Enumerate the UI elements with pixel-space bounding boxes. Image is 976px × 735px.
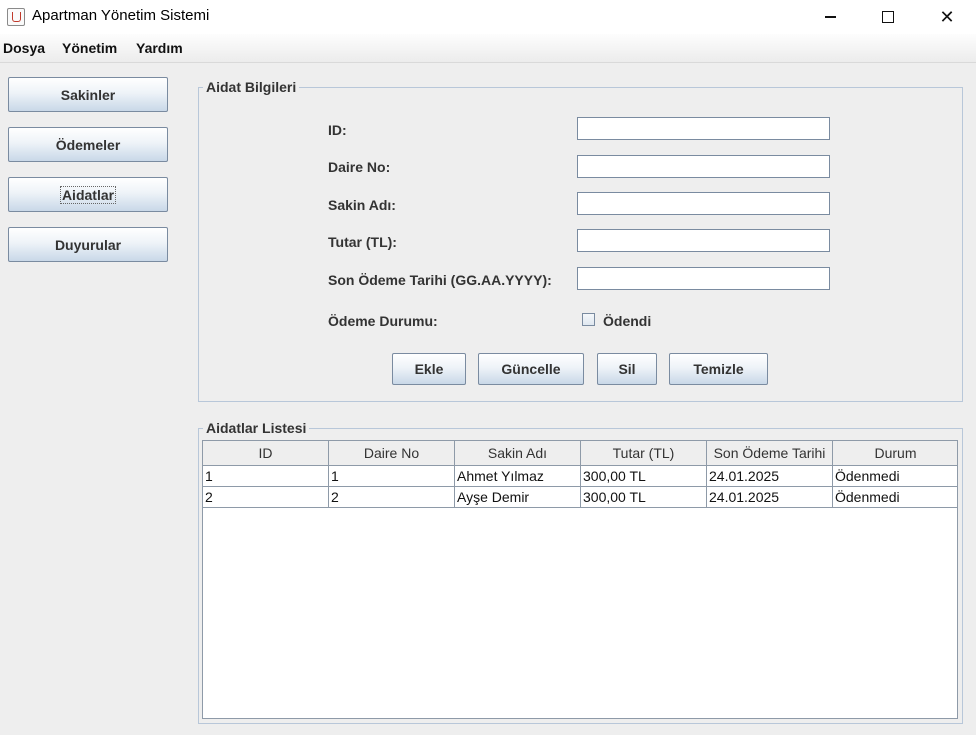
- window-title: Apartman Yönetim Sistemi: [32, 7, 210, 24]
- table-cell: Ahmet Yılmaz: [455, 466, 581, 486]
- maximize-icon: [882, 11, 894, 23]
- id-field[interactable]: [577, 117, 830, 140]
- odendi-checkbox-label[interactable]: Ödendi: [603, 313, 651, 329]
- aidat-form-title: Aidat Bilgileri: [203, 79, 300, 95]
- table-cell: 300,00 TL: [581, 466, 707, 486]
- odendi-checkbox[interactable]: [582, 313, 595, 326]
- aidatlar-button[interactable]: Aidatlar: [8, 177, 168, 212]
- odemeler-label: Ödemeler: [55, 136, 121, 153]
- menu-dosya[interactable]: Dosya: [3, 40, 45, 56]
- minimize-icon: [824, 16, 836, 18]
- column-header-durum[interactable]: Durum: [833, 441, 957, 465]
- odeme-durumu-label: Ödeme Durumu:: [328, 313, 438, 329]
- aidatlar-label: Aidatlar: [59, 185, 117, 204]
- daire-no-field[interactable]: [577, 155, 830, 178]
- sakin-adi-field[interactable]: [577, 192, 830, 215]
- sakinler-label: Sakinler: [60, 86, 116, 103]
- tutar-label: Tutar (TL):: [328, 234, 397, 250]
- table-cell: 300,00 TL: [581, 487, 707, 507]
- table-cell: 1: [329, 466, 455, 486]
- sil-button[interactable]: Sil: [597, 353, 657, 385]
- column-header-id[interactable]: ID: [203, 441, 329, 465]
- duyurular-button[interactable]: Duyurular: [8, 227, 168, 262]
- tutar-field[interactable]: [577, 229, 830, 252]
- minimize-button[interactable]: [801, 0, 859, 34]
- son-odeme-tarihi-field[interactable]: [577, 267, 830, 290]
- close-icon: ✕: [939, 6, 955, 28]
- table-cell: Ödenmedi: [833, 487, 957, 507]
- table-cell: 2: [329, 487, 455, 507]
- menu-yardim[interactable]: Yardım: [136, 40, 183, 56]
- table-header: ID Daire No Sakin Adı Tutar (TL) Son Öde…: [203, 441, 957, 466]
- column-header-tutar[interactable]: Tutar (TL): [581, 441, 707, 465]
- odemeler-button[interactable]: Ödemeler: [8, 127, 168, 162]
- aidatlar-list-title: Aidatlar Listesi: [203, 420, 310, 436]
- temizle-button[interactable]: Temizle: [669, 353, 768, 385]
- sakin-adi-label: Sakin Adı:: [328, 197, 396, 213]
- column-header-son-odeme-tarihi[interactable]: Son Ödeme Tarihi: [707, 441, 833, 465]
- java-app-icon: [7, 8, 25, 26]
- sakinler-button[interactable]: Sakinler: [8, 77, 168, 112]
- aidatlar-table[interactable]: ID Daire No Sakin Adı Tutar (TL) Son Öde…: [202, 440, 958, 719]
- column-header-daire-no[interactable]: Daire No: [329, 441, 455, 465]
- table-cell: 24.01.2025: [707, 487, 833, 507]
- son-odeme-tarihi-label: Son Ödeme Tarihi (GG.AA.YYYY):: [328, 272, 552, 288]
- daire-no-label: Daire No:: [328, 159, 391, 175]
- maximize-button[interactable]: [859, 0, 917, 34]
- column-header-sakin-adi[interactable]: Sakin Adı: [455, 441, 581, 465]
- menu-yonetim[interactable]: Yönetim: [62, 40, 117, 56]
- table-cell: 24.01.2025: [707, 466, 833, 486]
- table-cell: 1: [203, 466, 329, 486]
- table-cell: 2: [203, 487, 329, 507]
- menu-bar: Dosya Yönetim Yardım: [0, 34, 976, 63]
- table-row[interactable]: 1 1 Ahmet Yılmaz 300,00 TL 24.01.2025 Öd…: [203, 466, 957, 487]
- guncelle-button[interactable]: Güncelle: [478, 353, 584, 385]
- id-label: ID:: [328, 122, 347, 138]
- close-button[interactable]: ✕: [918, 0, 976, 34]
- table-cell: Ödenmedi: [833, 466, 957, 486]
- table-row[interactable]: 2 2 Ayşe Demir 300,00 TL 24.01.2025 Öden…: [203, 487, 957, 508]
- duyurular-label: Duyurular: [54, 236, 122, 253]
- title-bar: Apartman Yönetim Sistemi ✕: [0, 0, 976, 34]
- table-cell: Ayşe Demir: [455, 487, 581, 507]
- ekle-button[interactable]: Ekle: [392, 353, 466, 385]
